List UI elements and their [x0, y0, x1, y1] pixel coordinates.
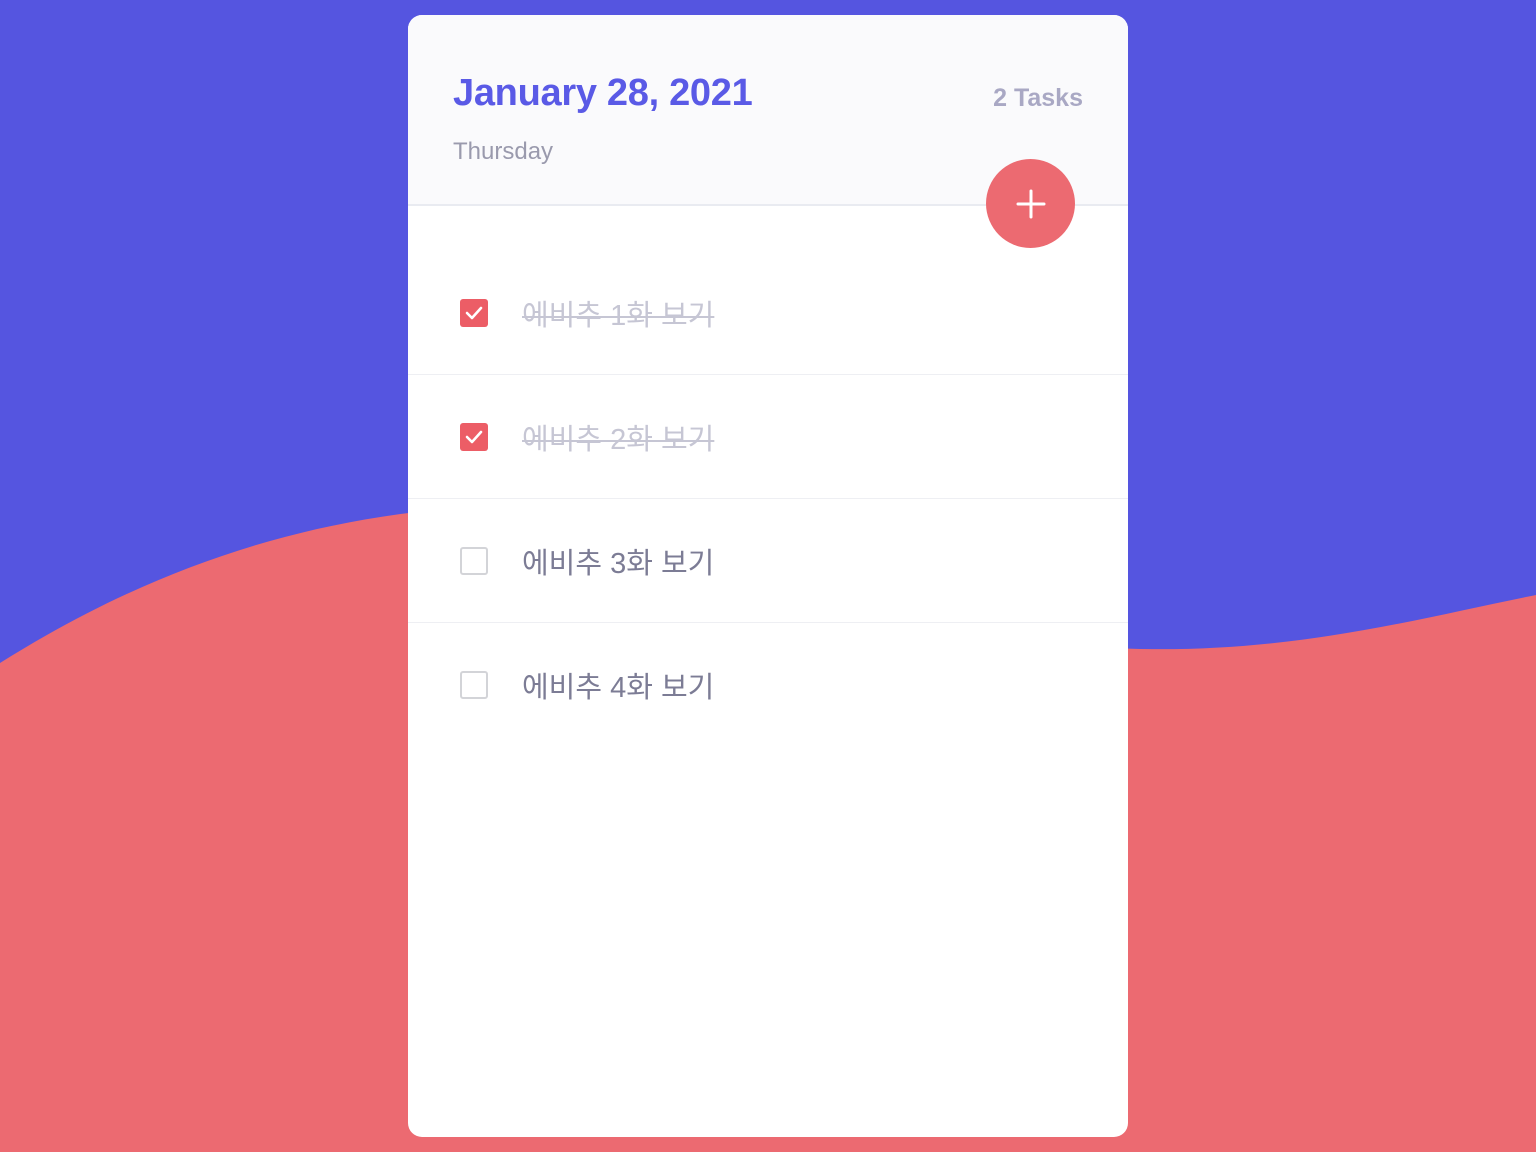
task-count: 2 Tasks — [993, 84, 1083, 112]
task-text: 에비추 3화 보기 — [522, 547, 715, 580]
task-list: 에비추 1화 보기 에비추 2화 보기 에비추 3화 보기 에비추 4화 보기 — [408, 251, 1128, 747]
add-task-button[interactable] — [986, 159, 1075, 248]
check-icon — [465, 430, 483, 443]
check-icon — [465, 306, 483, 319]
task-checkbox-unchecked[interactable] — [460, 546, 488, 575]
date-title: January 28, 2021 — [453, 72, 753, 114]
task-text: 에비추 4화 보기 — [522, 672, 715, 704]
task-checkbox-unchecked[interactable] — [460, 671, 488, 699]
app-background: January 28, 2021 Thursday 2 Tasks 에비추 1화… — [0, 0, 1536, 1152]
todo-card: January 28, 2021 Thursday 2 Tasks 에비추 1화… — [408, 15, 1128, 1137]
task-item[interactable]: 에비추 2화 보기 — [408, 375, 1128, 499]
weekday-label: Thursday — [453, 138, 554, 165]
task-item[interactable]: 에비추 3화 보기 — [408, 499, 1128, 623]
task-text: 에비추 2화 보기 — [522, 423, 715, 456]
task-item[interactable]: 에비추 1화 보기 — [408, 251, 1128, 375]
task-item[interactable]: 에비추 4화 보기 — [408, 623, 1128, 747]
task-checkbox-checked[interactable] — [460, 422, 488, 451]
task-checkbox-checked[interactable] — [460, 298, 488, 327]
plus-icon — [1016, 189, 1045, 218]
task-text: 에비추 1화 보기 — [522, 299, 715, 332]
